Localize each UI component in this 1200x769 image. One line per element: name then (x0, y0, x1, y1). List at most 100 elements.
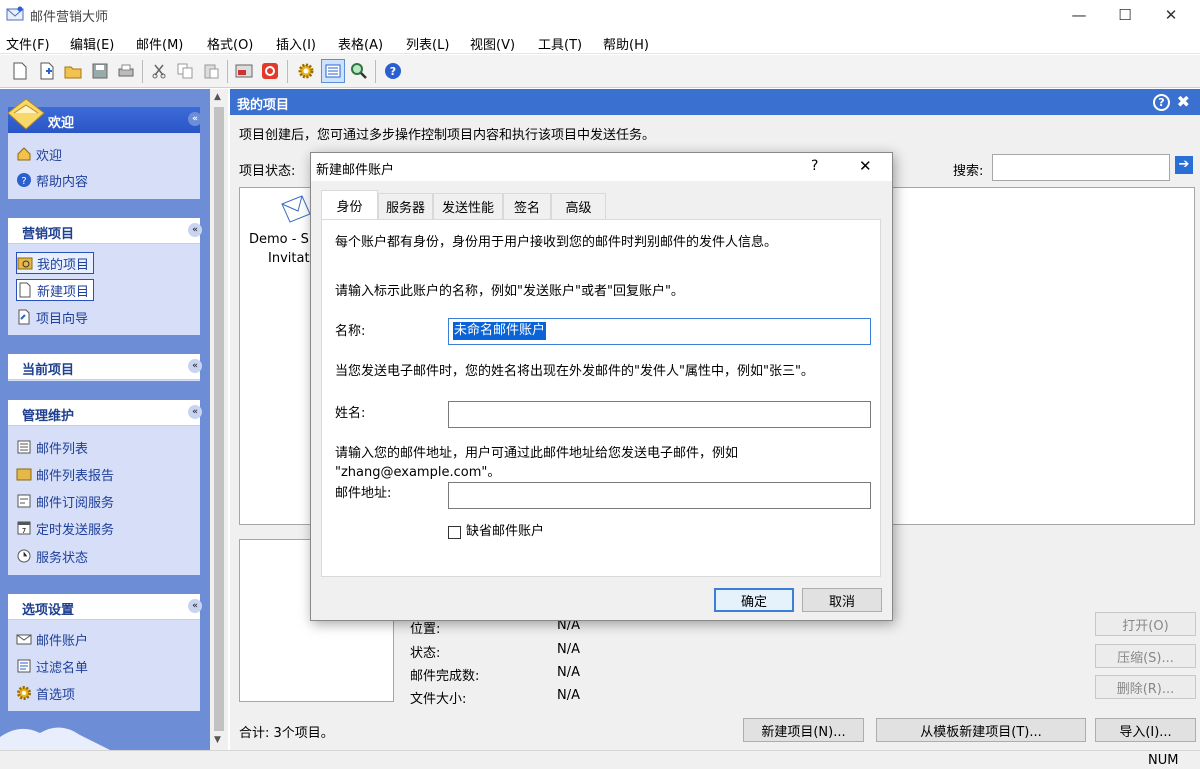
menu-insert[interactable]: 插入(I) (276, 34, 316, 53)
menu-help[interactable]: 帮助(H) (603, 34, 649, 53)
sidebar-item-mail-list[interactable]: 邮件列表 (16, 436, 88, 458)
fullname-label: 姓名: (335, 406, 366, 421)
sidebar-item-welcome[interactable]: 欢迎 (16, 143, 62, 165)
new-project-button[interactable]: 新建项目(N)... (743, 718, 864, 742)
sidebar-item-new-project[interactable]: 新建项目 (16, 279, 95, 301)
app-icon (6, 6, 24, 22)
detail-value: N/A (557, 688, 580, 703)
tab-signature[interactable]: 签名 (503, 193, 551, 219)
close-icon[interactable]: ✖ (1177, 92, 1190, 111)
sidebar-item-help-content[interactable]: ? 帮助内容 (16, 169, 88, 191)
help-icon[interactable]: ? (383, 61, 403, 81)
collapse-icon[interactable]: « (188, 599, 202, 613)
marketing-projects-title: 营销项目 (22, 227, 75, 242)
collapse-icon[interactable]: « (188, 405, 202, 419)
compress-button[interactable]: 压缩(S)... (1095, 644, 1196, 668)
sidebar-item-service-status[interactable]: 服务状态 (16, 545, 88, 567)
save-icon[interactable] (90, 61, 110, 81)
cut-icon[interactable] (149, 61, 169, 81)
maximize-button[interactable]: ☐ (1102, 0, 1148, 30)
scrollbar-thumb[interactable] (214, 107, 224, 731)
collapse-icon[interactable]: « (188, 112, 202, 126)
dialog-close-button[interactable]: ✕ (859, 157, 872, 175)
scroll-up-icon[interactable]: ▲ (214, 92, 221, 102)
name-hint: 请输入标示此账户的名称，例如"发送账户"或者"回复账户"。 (335, 284, 684, 299)
open-button[interactable]: 打开(O) (1095, 612, 1196, 636)
print-icon[interactable] (116, 61, 136, 81)
menu-edit[interactable]: 编辑(E) (70, 34, 114, 53)
svg-text:?: ? (390, 65, 396, 78)
paste-icon[interactable] (201, 61, 221, 81)
help-icon[interactable]: ? (1153, 94, 1170, 111)
maintenance-header[interactable]: 管理维护 « (8, 400, 202, 426)
copy-icon[interactable] (175, 61, 195, 81)
num-lock-indicator: NUM (1148, 753, 1179, 768)
options-header[interactable]: 选项设置 « (8, 594, 202, 620)
dialog-title: 新建邮件账户 (316, 163, 395, 178)
search-input[interactable] (992, 154, 1170, 181)
delete-button[interactable]: 删除(R)... (1095, 675, 1196, 699)
sidebar-item-preferences[interactable]: 首选项 (16, 682, 75, 704)
collapse-icon[interactable]: « (188, 223, 202, 237)
email-hint-line2: "zhang@example.com"。 (335, 465, 501, 480)
envelope-logo-icon (6, 97, 46, 133)
project-folder-icon (17, 255, 33, 271)
cancel-button[interactable]: 取消 (802, 588, 882, 612)
status-bar: NUM (0, 750, 1200, 769)
sidebar-item-subscription-service[interactable]: 邮件订阅服务 (16, 490, 114, 512)
gear-icon (16, 685, 32, 701)
menu-view[interactable]: 视图(V) (470, 34, 515, 53)
help-circle-icon: ? (16, 172, 32, 188)
project-name[interactable]: Demo - S (249, 232, 309, 247)
sidebar-item-project-wizard[interactable]: 项目向导 (16, 306, 88, 328)
menu-format[interactable]: 格式(O) (207, 34, 253, 53)
import-button[interactable]: 导入(I)... (1095, 718, 1196, 742)
menu-tools[interactable]: 工具(T) (538, 34, 582, 53)
menu-table[interactable]: 表格(A) (338, 34, 383, 53)
tab-identity[interactable]: 身份 (321, 190, 378, 220)
list-view-icon[interactable] (321, 59, 345, 83)
minimize-button[interactable]: — (1056, 0, 1102, 30)
sidebar-item-mail-account[interactable]: 邮件账户 (16, 628, 88, 650)
sidebar: 欢迎 « 欢迎 ? 帮助内容 营销项目 « 我的项目 新建项目 项目向导 当前项目 «… (0, 89, 210, 750)
close-window-button[interactable]: ✕ (1148, 0, 1194, 30)
search-go-icon[interactable]: ➔ (1175, 156, 1193, 174)
account-name-input[interactable]: 未命名邮件账户 (448, 318, 871, 345)
detail-value: N/A (557, 665, 580, 680)
project-status-label: 项目状态: (239, 164, 296, 179)
menu-file[interactable]: 文件(F) (6, 34, 50, 53)
sidebar-item-my-projects[interactable]: 我的项目 (16, 252, 95, 274)
tab-server[interactable]: 服务器 (378, 193, 433, 219)
fullname-input[interactable] (448, 401, 871, 428)
dialog-help-button[interactable]: ? (811, 158, 818, 174)
sidebar-item-mail-list-report[interactable]: 邮件列表报告 (16, 463, 114, 485)
ok-button[interactable]: 确定 (714, 588, 794, 612)
mail-account-icon (16, 631, 32, 647)
project-icon[interactable] (234, 61, 254, 81)
email-address-input[interactable] (448, 482, 871, 509)
project-mail-icon (280, 194, 312, 224)
options-title: 选项设置 (22, 603, 75, 618)
gear-icon[interactable] (296, 61, 316, 81)
default-account-checkbox[interactable] (448, 526, 461, 539)
marketing-projects-header[interactable]: 营销项目 « (8, 218, 202, 244)
sidebar-scrollbar[interactable]: ▲ ▼ (210, 89, 228, 750)
tab-send-performance[interactable]: 发送性能 (433, 193, 503, 219)
current-project-header[interactable]: 当前项目 « (8, 354, 202, 380)
collapse-icon[interactable]: « (188, 359, 202, 373)
sidebar-decoration (0, 719, 210, 750)
new-from-template-button[interactable]: 从模板新建项目(T)... (876, 718, 1086, 742)
preview-search-icon[interactable] (349, 61, 369, 81)
default-account-label[interactable]: 缺省邮件账户 (466, 522, 544, 542)
menu-list[interactable]: 列表(L) (406, 34, 449, 53)
open-folder-icon[interactable] (63, 61, 83, 81)
stop-icon[interactable] (260, 61, 280, 81)
new-document-icon[interactable] (10, 61, 30, 81)
menu-mail[interactable]: 邮件(M) (136, 34, 183, 53)
scroll-down-icon[interactable]: ▼ (214, 735, 221, 745)
new-from-template-icon[interactable] (37, 61, 57, 81)
sidebar-item-scheduled-send[interactable]: 7 定时发送服务 (16, 517, 114, 539)
name-label: 名称: (335, 324, 366, 339)
tab-advanced[interactable]: 高级 (551, 193, 606, 219)
sidebar-item-filter-list[interactable]: 过滤名单 (16, 655, 88, 677)
